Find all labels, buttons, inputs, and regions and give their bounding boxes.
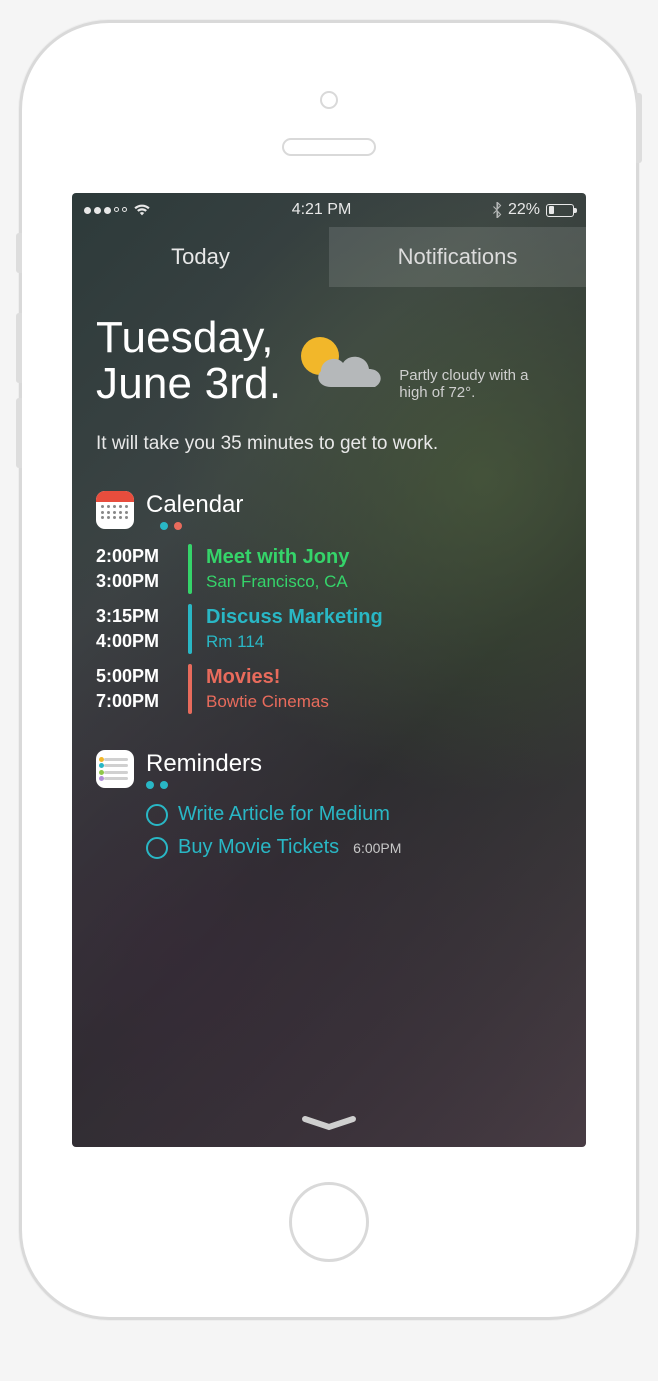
calendar-app-icon[interactable] bbox=[96, 491, 134, 529]
power-button[interactable] bbox=[636, 93, 642, 163]
event-times: 5:00PM7:00PM bbox=[96, 664, 174, 714]
battery-icon bbox=[546, 204, 574, 217]
event-color-bar bbox=[188, 604, 192, 654]
battery-text: 22% bbox=[508, 201, 540, 219]
calendar-section: Calendar 2:00PM3:00PM Meet with JonySan F… bbox=[96, 491, 562, 714]
pull-up-handle-icon[interactable] bbox=[301, 1115, 357, 1131]
phone-frame: 4:21 PM 22% Today Notifications Tuesday, bbox=[19, 20, 639, 1320]
reminder-title: Buy Movie Tickets bbox=[178, 836, 339, 859]
tab-notifications[interactable]: Notifications bbox=[329, 227, 586, 287]
today-content: Tuesday, June 3rd. Partly cloudy with a … bbox=[72, 287, 586, 1147]
status-time: 4:21 PM bbox=[292, 201, 352, 219]
reminder-item[interactable]: Write Article for Medium bbox=[146, 803, 562, 826]
volume-down-button[interactable] bbox=[16, 398, 22, 468]
volume-up-button[interactable] bbox=[16, 313, 22, 383]
date-heading: Tuesday, June 3rd. bbox=[96, 315, 281, 407]
reminders-app-icon[interactable] bbox=[96, 750, 134, 788]
weather-summary: Partly cloudy with a high of 72°. bbox=[399, 367, 529, 401]
calendar-dots bbox=[146, 522, 243, 530]
tab-bar: Today Notifications bbox=[72, 227, 586, 287]
status-bar: 4:21 PM 22% bbox=[72, 193, 586, 227]
tab-today[interactable]: Today bbox=[72, 227, 329, 287]
home-button[interactable] bbox=[289, 1182, 369, 1262]
event-color-bar bbox=[188, 664, 192, 714]
calendar-event[interactable]: 3:15PM4:00PM Discuss MarketingRm 114 bbox=[96, 604, 562, 654]
event-title: Discuss Marketing bbox=[206, 604, 383, 631]
calendar-event[interactable]: 5:00PM7:00PM Movies!Bowtie Cinemas bbox=[96, 664, 562, 714]
reminder-checkbox[interactable] bbox=[146, 804, 168, 826]
reminder-time: 6:00PM bbox=[353, 840, 401, 856]
event-location: Rm 114 bbox=[206, 631, 383, 654]
event-location: Bowtie Cinemas bbox=[206, 691, 329, 714]
calendar-event[interactable]: 2:00PM3:00PM Meet with JonySan Francisco,… bbox=[96, 544, 562, 594]
bluetooth-icon bbox=[492, 202, 502, 218]
mute-switch[interactable] bbox=[16, 233, 22, 273]
screen: 4:21 PM 22% Today Notifications Tuesday, bbox=[72, 193, 586, 1147]
reminders-section: Reminders Write Article for Medium Buy Mo… bbox=[96, 750, 562, 859]
event-title: Movies! bbox=[206, 664, 329, 691]
reminders-title: Reminders bbox=[146, 750, 262, 778]
event-times: 3:15PM4:00PM bbox=[96, 604, 174, 654]
calendar-title: Calendar bbox=[146, 491, 243, 519]
event-color-bar bbox=[188, 544, 192, 594]
reminders-dots bbox=[146, 781, 262, 789]
reminder-title: Write Article for Medium bbox=[178, 803, 390, 826]
weather-icon bbox=[295, 333, 385, 403]
reminder-checkbox[interactable] bbox=[146, 837, 168, 859]
event-location: San Francisco, CA bbox=[206, 571, 349, 594]
reminder-item[interactable]: Buy Movie Tickets 6:00PM bbox=[146, 836, 562, 859]
wifi-icon bbox=[133, 203, 151, 217]
travel-time: It will take you 35 minutes to get to wo… bbox=[96, 433, 562, 455]
event-title: Meet with Jony bbox=[206, 544, 349, 571]
event-times: 2:00PM3:00PM bbox=[96, 544, 174, 594]
signal-strength-icon bbox=[84, 207, 127, 214]
